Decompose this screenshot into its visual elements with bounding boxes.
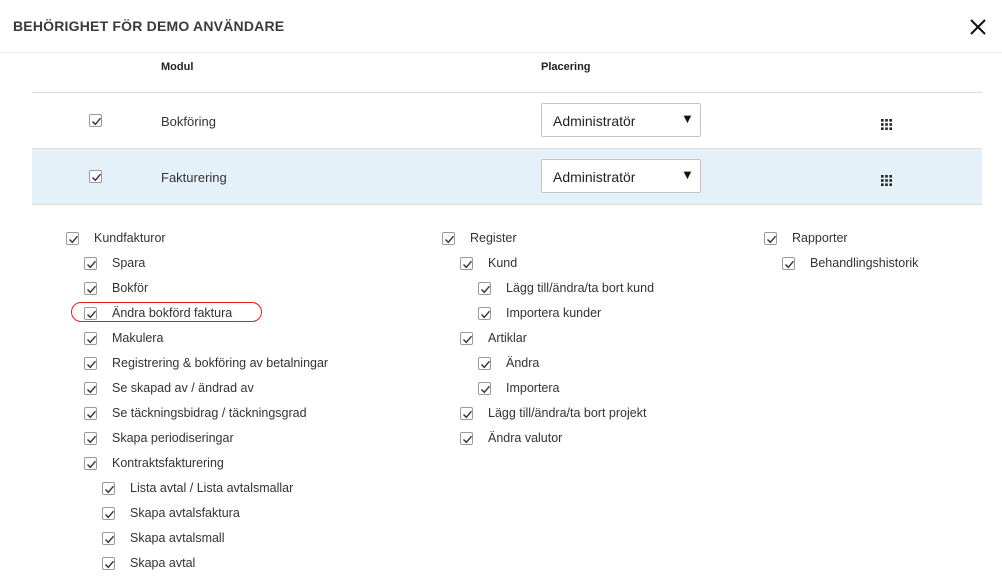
permission-checkbox[interactable] [102,557,115,570]
permission-checkbox[interactable] [84,457,97,470]
permission-checkbox[interactable] [102,507,115,520]
checkmark-icon [767,235,777,244]
divider [32,204,982,205]
permission-label: Kontraktsfakturering [112,456,224,470]
checkmark-icon [463,435,473,444]
permission-checkbox[interactable] [84,357,97,370]
dropdown-arrow-icon: ▼ [681,167,694,182]
checkmark-icon [87,385,97,394]
annotation-highlight [71,302,262,322]
module-row-fakturering: Fakturering Administratör ▼ [32,149,982,205]
checkmark-icon [105,485,115,494]
checkmark-icon [481,360,491,369]
permission-checkbox[interactable] [84,407,97,420]
permission-checkbox[interactable] [84,282,97,295]
column-header-module: Modul [161,61,194,73]
permission-label: Spara [112,256,146,270]
permission-label: Skapa avtalsmall [130,531,225,545]
permission-checkbox[interactable] [460,432,473,445]
permission-label: Kund [488,256,518,270]
checkmark-icon [785,260,795,269]
module-checkbox[interactable] [89,114,102,127]
permission-checkbox[interactable] [460,257,473,270]
permission-checkbox[interactable] [764,232,777,245]
grid-dots-icon[interactable] [881,173,892,186]
permission-label: Behandlingshistorik [810,256,919,270]
module-checkbox[interactable] [89,170,102,183]
permission-label: Importera [506,381,560,395]
dropdown-arrow-icon: ▼ [681,111,694,126]
grid-dots-icon[interactable] [881,117,892,130]
checkmark-icon [69,235,79,244]
close-icon[interactable] [967,16,989,38]
permission-checkbox[interactable] [460,332,473,345]
permission-label: Registrering & bokföring av betalningar [112,356,329,370]
select-value: Administratör [553,169,636,185]
permission-label: Skapa periodiseringar [112,431,234,445]
checkmark-icon [463,260,473,269]
permission-checkbox[interactable] [782,257,795,270]
permission-checkbox[interactable] [442,232,455,245]
permission-label: Rapporter [792,231,848,245]
checkmark-icon [481,285,491,294]
permission-label: Bokför [112,281,149,295]
module-name: Bokföring [161,114,216,129]
dialog-title: BEHÖRIGHET FÖR DEMO ANVÄNDARE [13,18,285,34]
checkmark-icon [463,410,473,419]
permission-label: Skapa avtalsfaktura [130,506,240,520]
column-header-placement: Placering [541,61,591,73]
dialog-header: BEHÖRIGHET FÖR DEMO ANVÄNDARE [0,0,1002,53]
permission-label: Artiklar [488,331,527,345]
permission-label: Se skapad av / ändrad av [112,381,254,395]
checkmark-icon [105,560,115,569]
checkmark-icon [87,435,97,444]
permission-checkbox[interactable] [478,357,491,370]
checkmark-icon [87,335,97,344]
permission-label: Makulera [112,331,164,345]
permission-checkbox[interactable] [84,382,97,395]
checkmark-icon [87,260,97,269]
checkmark-icon [92,117,102,126]
module-name: Fakturering [161,170,227,185]
checkmark-icon [87,285,97,294]
permission-checkbox[interactable] [478,282,491,295]
permission-checkbox[interactable] [84,432,97,445]
permission-checkbox[interactable] [66,232,79,245]
checkmark-icon [463,335,473,344]
checkmark-icon [481,310,491,319]
permission-checkbox[interactable] [102,482,115,495]
permission-checkbox[interactable] [102,532,115,545]
permission-checkbox[interactable] [84,257,97,270]
checkmark-icon [87,410,97,419]
checkmark-icon [105,510,115,519]
permission-checkbox[interactable] [478,307,491,320]
permission-label: Ändra [506,356,540,370]
permission-label: Lägg till/ändra/ta bort projekt [488,406,647,420]
placement-select[interactable]: Administratör ▼ [541,103,701,137]
permission-label: Register [470,231,517,245]
permission-label: Se täckningsbidrag / täckningsgrad [112,406,307,420]
checkmark-icon [87,460,97,469]
permission-checkbox[interactable] [478,382,491,395]
permission-label: Importera kunder [506,306,602,320]
module-row-bokforing: Bokföring Administratör ▼ [32,93,982,149]
select-value: Administratör [553,113,636,129]
permission-label: Lista avtal / Lista avtalsmallar [130,481,294,495]
permission-checkbox[interactable] [84,332,97,345]
permission-label: Skapa avtal [130,556,196,570]
checkmark-icon [92,173,102,182]
permission-label: Ändra valutor [488,431,563,445]
placement-select[interactable]: Administratör ▼ [541,159,701,193]
permission-label: Kundfakturor [94,231,166,245]
checkmark-icon [445,235,455,244]
checkmark-icon [87,360,97,369]
checkmark-icon [105,535,115,544]
permission-checkbox[interactable] [460,407,473,420]
checkmark-icon [481,385,491,394]
permission-label: Lägg till/ändra/ta bort kund [506,281,655,295]
